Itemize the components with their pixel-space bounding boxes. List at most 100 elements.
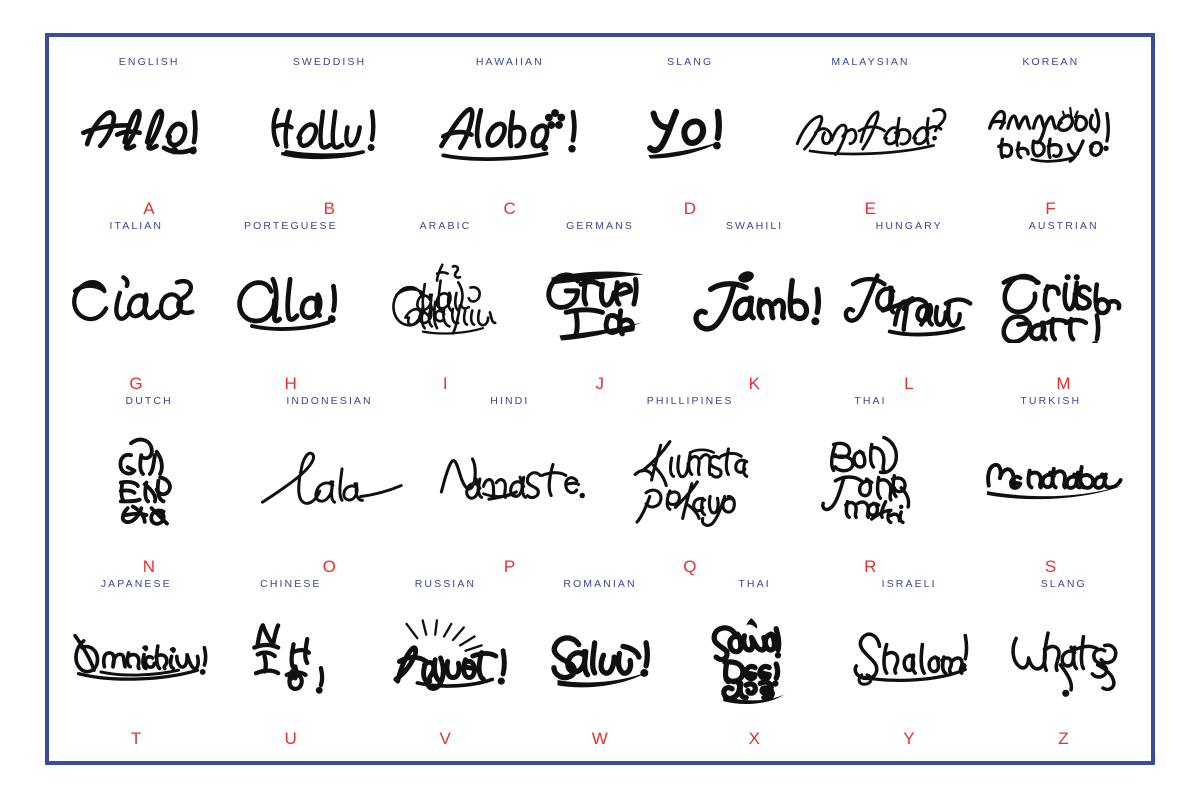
greeting-card-m[interactable]: AUSTRIAN M [986,219,1141,394]
lettering-artwork-annyeong-haseyo [965,68,1137,192]
language-label: PHILLIPINES [646,394,734,407]
item-key: F [1045,198,1057,218]
lettering-artwork-namaste [424,406,596,554]
greeting-card-f[interactable]: KOREAN F [961,55,1141,219]
greetings-row: DUTCH N INDONESIAN O HINDI P PHILLIPINES… [59,394,1141,577]
language-label: DUTCH [125,394,173,407]
lettering-artwork-konnichiwa [63,590,210,724]
language-label: TURKISH [1020,394,1082,407]
greeting-card-u[interactable]: CHINESE U [214,577,369,749]
lettering-artwork-yo [604,68,776,192]
language-label: ISRAELI [881,578,937,591]
item-key: I [442,373,449,393]
lettering-artwork-hello [63,68,235,192]
greeting-card-a[interactable]: ENGLISH A [59,55,239,219]
greeting-card-t[interactable]: JAPANESE T [59,577,214,749]
item-key: W [591,729,609,748]
language-label: PORTEGUESE [243,219,338,232]
language-label: GERMANS [566,219,634,232]
language-label: THAI [738,578,771,591]
item-key: Q [683,557,698,577]
lettering-artwork-salut [527,590,674,724]
lettering-artwork-sawa-dee-krab [681,590,828,724]
language-label: THAI [854,394,887,407]
item-key: P [503,557,516,577]
greeting-card-r[interactable]: THAI R [780,394,960,577]
item-key: K [748,373,761,393]
language-label: HUNGARY [875,219,943,232]
greeting-card-q[interactable]: PHILLIPINES Q [600,394,780,577]
item-key: C [503,198,517,218]
item-key: M [1056,373,1072,393]
greeting-card-l[interactable]: HUNGARY L [832,219,987,394]
lettering-artwork-ciao [63,231,210,369]
item-key: Y [903,729,916,748]
poster-frame: E N G L I S H A SWEDDISH B HAWAIIAN C SLANG D … [45,33,1155,765]
greeting-card-i[interactable]: ARABIC I [368,219,523,394]
language-label: ENGLISH [118,56,180,68]
lettering-artwork-kumusta-pa-kayo [604,406,776,554]
language-label: SWAHILI [725,219,784,232]
lettering-artwork-as-salamu-alaykum [372,231,519,369]
item-key: A [143,198,156,218]
greetings-row: ENGLISH A SWEDDISH B HAWAIIAN C SLANG D … [59,55,1141,219]
lettering-artwork-aloha [424,68,596,192]
greetings-row: JAPANESE T CHINESE U RUSSIAN V ROMANIAN … [59,577,1141,749]
item-key: G [129,373,144,393]
greeting-card-o[interactable]: INDONESIAN O [239,394,419,577]
item-key: L [904,373,915,393]
greeting-card-y[interactable]: ISRAELI Y [832,577,987,749]
lettering-artwork-ni-hao [218,590,365,724]
greeting-card-j[interactable]: GERMANS J [523,219,678,394]
item-key: Z [1058,729,1070,748]
language-label: HINDI [490,394,530,407]
lettering-artwork-jambo [681,231,828,369]
greeting-card-x[interactable]: THAI X [677,577,832,749]
lettering-artwork-shalom [836,590,983,724]
greeting-card-n[interactable]: DUTCH N [59,394,239,577]
item-key: O [322,557,337,577]
language-label: HAWAIIAN [475,56,544,68]
greeting-card-k[interactable]: SWAHILI K [677,219,832,394]
greeting-card-h[interactable]: PORTEGUESE H [214,219,369,394]
language-label: KOREAN [1022,56,1080,68]
lettering-artwork-jo-napot [836,231,983,369]
language-label: RUSSIAN [414,578,477,591]
greeting-card-w[interactable]: ROMANIAN W [523,577,678,749]
language-label: JAPANESE [100,578,172,591]
lettering-artwork-privyet [372,590,519,724]
greeting-card-v[interactable]: RUSSIAN V [368,577,523,749]
language-label: ARABIC [419,219,472,232]
item-key: U [284,729,298,748]
greeting-card-e[interactable]: MALAYSIAN E [780,55,960,219]
item-key: R [864,557,877,577]
language-label: MALAYSIAN [831,56,910,68]
item-key: H [284,373,298,393]
lettering-artwork-halo [243,406,415,554]
greeting-card-d[interactable]: SLANG D [600,55,780,219]
lettering-artwork-whatsup [990,590,1137,724]
greeting-card-s[interactable]: TURKISH S [961,394,1141,577]
item-key: D [683,198,697,218]
greeting-card-g[interactable]: ITALIAN G [59,219,214,394]
greeting-card-z[interactable]: SLANG Z [986,577,1141,749]
language-label: CHINESE [260,578,322,591]
greeting-card-c[interactable]: HAWAIIAN C [420,55,600,219]
language-label: ITALIAN [109,219,164,232]
item-key: N [142,557,156,577]
greeting-card-b[interactable]: SWEDDISH B [239,55,419,219]
language-label: SLANG [1040,578,1087,591]
language-label: AUSTRIAN [1028,219,1099,232]
lettering-artwork-gud-end-ag [63,406,235,554]
item-key: S [1044,557,1057,577]
lettering-artwork-gruss-gott [990,231,1137,369]
item-key: B [323,198,336,218]
language-label: SLANG [667,56,714,68]
lettering-artwork-bon-jour-mon-ami [784,406,956,554]
greeting-card-p[interactable]: HINDI P [420,394,600,577]
item-key: X [748,729,761,748]
item-key: E [864,198,877,218]
greetings-row: ITALIAN G PORTEGUESE H ARABIC I GERMANS … [59,219,1141,394]
lettering-artwork-guten-tag [527,231,674,369]
lettering-artwork-merhaba [965,406,1137,554]
